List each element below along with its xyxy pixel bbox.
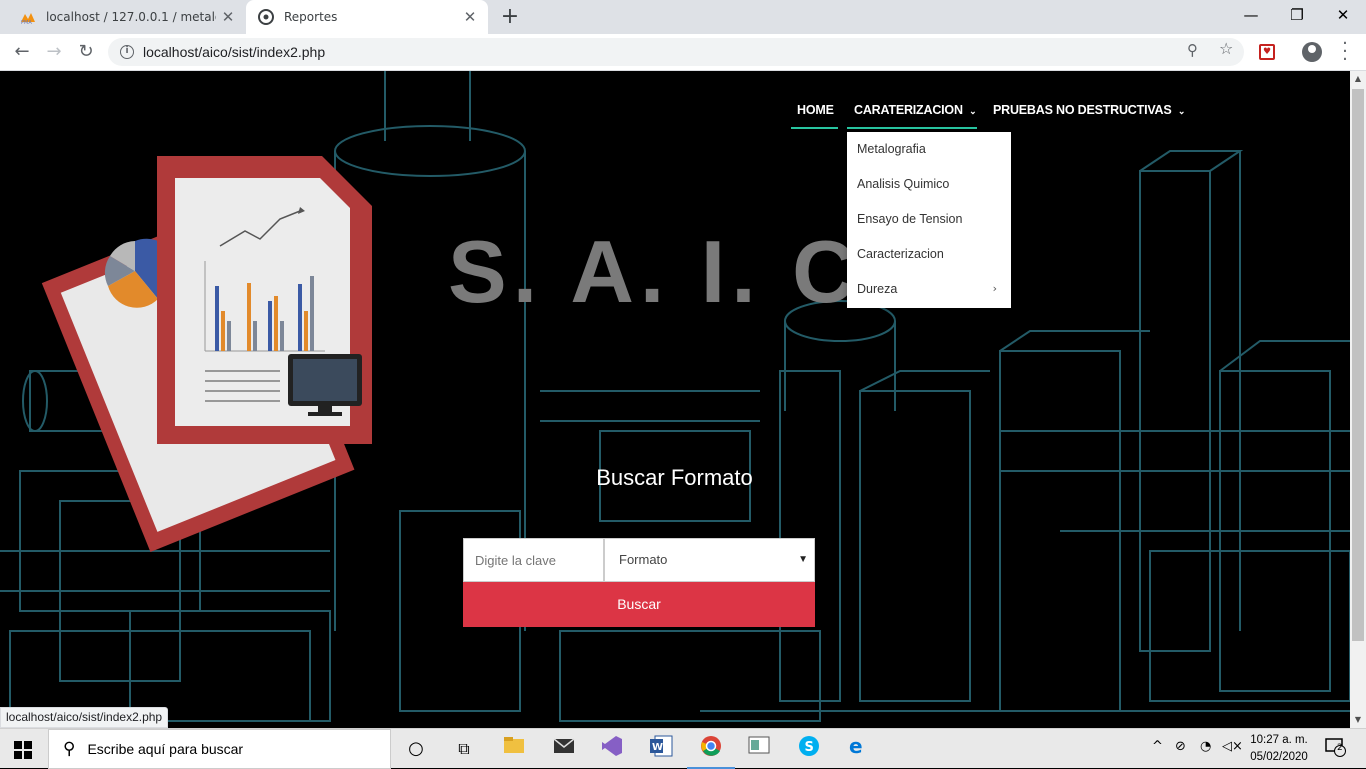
mail-icon[interactable] [550,735,578,763]
tab-strip: PMA localhost / 127.0.0.1 / metalografia… [0,0,1366,34]
search-title: Buscar Formato [596,465,753,490]
nav-home-label: HOME [797,103,834,117]
svg-text:S: S [805,740,814,755]
svg-text:e: e [849,735,863,757]
dropdown-item-ensayo-tension[interactable]: Ensayo de Tension [857,212,962,226]
notifications-icon[interactable]: 2 [1325,737,1347,761]
search-icon: ⚲ [63,739,76,759]
nav-caracterizacion-label: CARATERIZACION [854,103,963,117]
new-tab-button[interactable]: + [498,4,522,30]
edge-icon[interactable]: e [844,734,872,763]
dropdown-item-analisis-quimico[interactable]: Analisis Quimico [857,177,949,191]
back-arrow-icon[interactable]: ← [8,38,36,66]
reload-icon[interactable]: ↻ [72,38,100,66]
chevron-down-icon: ⌄ [1177,106,1186,116]
page-icon [258,9,274,25]
cortana-icon[interactable]: ○ [402,735,430,763]
browser-toolbar: ← → ↻ i localhost/aico/sist/index2.php ⚲… [0,34,1366,71]
clock-time: 10:27 a. m. [1250,734,1308,746]
scrollbar-thumb[interactable] [1352,89,1364,641]
wireframe-background-image [0,71,1350,722]
address-bar[interactable]: i localhost/aico/sist/index2.php [108,38,1244,66]
brand-title: S. A. I. C. [448,222,893,321]
minimize-button[interactable]: — [1228,0,1274,30]
search-button[interactable]: Buscar [463,582,815,627]
bookmark-star-icon[interactable]: ☆ [1219,39,1233,58]
nav-home[interactable]: HOME [791,99,838,129]
clock-date: 05/02/2020 [1250,751,1308,763]
dropdown-item-dureza[interactable]: Dureza [857,282,897,296]
visual-studio-icon[interactable] [598,735,626,763]
chevron-right-icon: › [992,282,997,295]
page-content: HOME CARATERIZACION ⌄ PRUEBAS NO DESTRUC… [0,71,1350,728]
network-offline-icon[interactable]: ⊘ [1175,739,1186,754]
chrome-icon[interactable] [687,735,735,769]
nav-pruebas-no-destructivas[interactable]: PRUEBAS NO DESTRUCTIVAS ⌄ [993,99,1185,129]
tab-reportes[interactable]: Reportes ✕ [246,0,488,34]
status-bar-url: localhost/aico/sist/index2.php [0,707,169,728]
url-text[interactable]: localhost/aico/sist/index2.php [143,44,325,60]
taskbar-search-box[interactable]: ⚲ Escribe aquí para buscar [48,729,391,769]
search-form: Formato ▼ Buscar [463,538,815,627]
nav-pruebas-label: PRUEBAS NO DESTRUCTIVAS [993,103,1172,117]
tab-title: localhost / 127.0.0.1 / metalografia [46,10,216,24]
dropdown-item-caracterizacion[interactable]: Caracterizacion [857,247,944,261]
wifi-icon[interactable]: ◔ [1200,739,1211,754]
show-hidden-icons-icon[interactable]: ^ [1152,739,1163,754]
close-icon[interactable]: ✕ [458,8,482,26]
dropdown-item-metalografia[interactable]: Metalografia [857,142,926,156]
nav-caracterizacion[interactable]: CARATERIZACION ⌄ [847,99,977,129]
page-scrollbar[interactable]: ▲ ▼ [1350,71,1366,728]
info-icon[interactable]: i [120,45,134,59]
profile-avatar-icon[interactable] [1302,42,1322,62]
restore-button[interactable]: ❐ [1274,0,1320,30]
skype-icon[interactable]: S [795,735,823,763]
svg-text:PMA: PMA [21,20,32,25]
extension-icon[interactable]: ♥ [1259,44,1275,60]
file-explorer-icon[interactable] [500,735,528,763]
forward-arrow-icon[interactable]: → [40,38,68,66]
close-icon[interactable]: ✕ [216,8,240,26]
windows-taskbar: ⚲ Escribe aquí para buscar ○ ⧉ W S e ^ ⊘… [0,728,1366,769]
format-select[interactable]: Formato ▼ [604,538,815,582]
tab-phpmyadmin[interactable]: PMA localhost / 127.0.0.1 / metalografia… [8,0,246,34]
caracterizacion-dropdown: Metalografia Analisis Quimico Ensayo de … [847,132,1011,308]
notification-count: 2 [1337,743,1343,753]
zoom-icon[interactable]: ⚲ [1187,41,1198,59]
scroll-down-icon[interactable]: ▼ [1350,712,1366,728]
windows-start-icon[interactable] [14,741,32,759]
scroll-up-icon[interactable]: ▲ [1350,71,1366,87]
task-view-icon[interactable]: ⧉ [450,735,478,763]
volume-muted-icon[interactable]: ◁× [1222,739,1243,754]
format-select-value: Formato [619,552,668,567]
word-icon[interactable]: W [647,735,675,763]
close-window-button[interactable]: ✕ [1320,0,1366,30]
chevron-down-icon: ⌄ [969,106,977,116]
phpmyadmin-icon: PMA [21,13,35,25]
svg-text:W: W [652,742,663,753]
taskbar-search-placeholder: Escribe aquí para buscar [87,741,244,757]
tab-title: Reportes [284,10,338,24]
caret-down-icon: ▼ [798,554,808,565]
browser-menu-icon[interactable]: · · · [1340,35,1350,69]
system-clock[interactable]: 10:27 a. m. 05/02/2020 [1243,732,1315,766]
key-input[interactable] [463,538,604,582]
app-window-icon[interactable] [745,735,773,763]
